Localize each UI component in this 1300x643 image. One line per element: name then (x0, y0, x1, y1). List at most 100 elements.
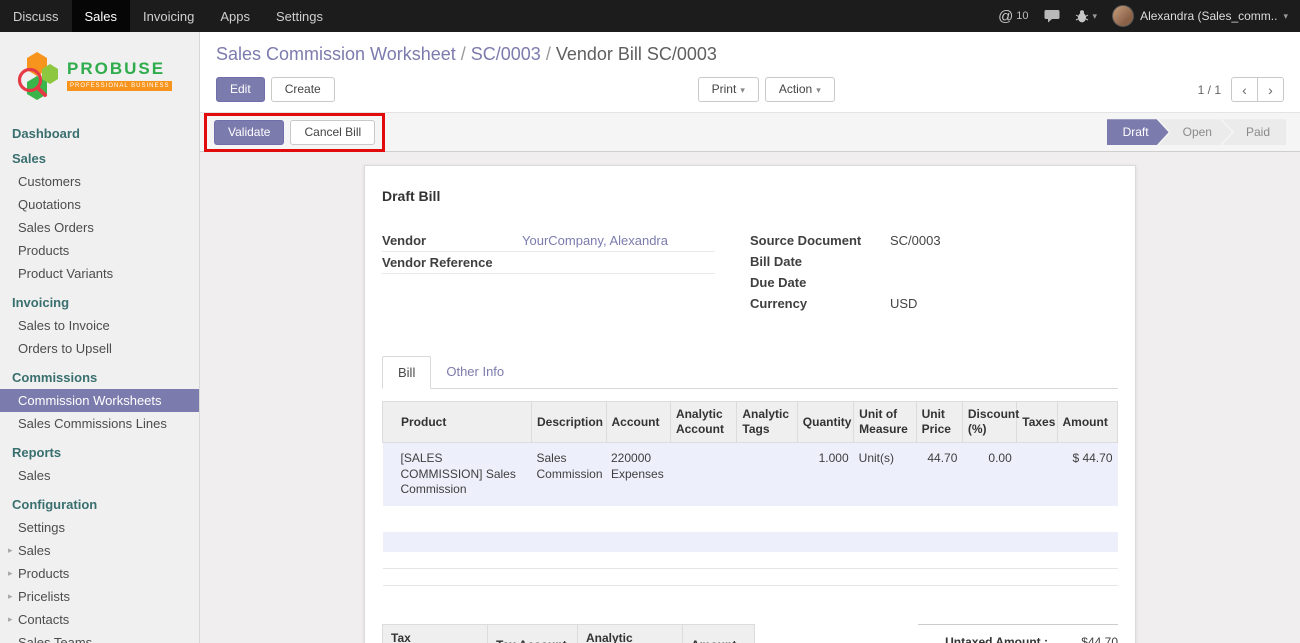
sidebar-heading-sales[interactable]: Sales (0, 147, 199, 170)
print-dropdown-button[interactable]: Print▾ (698, 77, 759, 102)
menu-apps[interactable]: Apps (207, 0, 263, 32)
edit-button[interactable]: Edit (216, 77, 265, 102)
vendor-label: Vendor (382, 233, 522, 248)
sidebar-item-customers[interactable]: Customers (0, 170, 199, 193)
sidebar-heading-reports[interactable]: Reports (0, 441, 199, 464)
col-analytic-tags[interactable]: Analytic Tags (737, 402, 797, 443)
col-quantity[interactable]: Quantity (797, 402, 853, 443)
action-dropdown-button[interactable]: Action▾ (765, 77, 835, 102)
currency-label: Currency (750, 296, 890, 311)
menu-sales[interactable]: Sales (72, 0, 131, 32)
menu-discuss[interactable]: Discuss (0, 0, 72, 32)
expand-arrow-icon: ▸ (8, 568, 13, 579)
status-pill-draft[interactable]: Draft (1107, 119, 1169, 145)
expand-arrow-icon: ▸ (8, 591, 13, 602)
sidebar-item-config-sales[interactable]: ▸ Sales (0, 539, 199, 562)
status-pill-open[interactable]: Open (1159, 119, 1232, 145)
menu-settings[interactable]: Settings (263, 0, 336, 32)
main-content: Sales Commission Worksheet/SC/0003/Vendo… (200, 32, 1300, 643)
sidebar-heading-dashboard[interactable]: Dashboard (0, 122, 199, 145)
cell-amount: $ 44.70 (1057, 443, 1117, 506)
cancel-bill-button[interactable]: Cancel Bill (290, 120, 375, 145)
debug-menu[interactable]: ▾ (1075, 9, 1098, 23)
col-tax-amount[interactable]: Amount (683, 624, 755, 643)
chevron-down-icon: ▾ (816, 85, 821, 95)
chat-bubble-icon (1044, 9, 1060, 23)
create-button[interactable]: Create (271, 77, 335, 102)
pager-next-button[interactable]: › (1257, 77, 1284, 102)
col-product[interactable]: Product (383, 402, 532, 443)
sidebar-heading-invoicing[interactable]: Invoicing (0, 291, 199, 314)
notebook-tabs: Bill Other Info (382, 356, 1118, 389)
col-unit-price[interactable]: Unit Price (916, 402, 962, 443)
field-group-right: Source Document SC/0003 Bill Date Due Da… (750, 230, 1118, 314)
col-tax-account[interactable]: Tax Account (488, 624, 578, 643)
sidebar-item-quotations[interactable]: Quotations (0, 193, 199, 216)
sidebar-item-settings[interactable]: Settings (0, 516, 199, 539)
col-taxes[interactable]: Taxes (1017, 402, 1057, 443)
col-tax-description[interactable]: Tax Description (383, 624, 488, 643)
statusbar: Validate Cancel Bill Draft Open Paid (200, 112, 1300, 152)
sidebar-item-reports-sales[interactable]: Sales (0, 464, 199, 487)
form-sheet: Draft Bill Vendor YourCompany, Alexandra… (364, 165, 1136, 643)
vendor-reference-label: Vendor Reference (382, 255, 522, 270)
col-tax-analytic-account[interactable]: Analytic account (578, 624, 683, 643)
col-unit-of-measure[interactable]: Unit of Measure (854, 402, 916, 443)
sidebar-item-products[interactable]: Products (0, 239, 199, 262)
col-amount[interactable]: Amount (1057, 402, 1117, 443)
tab-other-info[interactable]: Other Info (431, 356, 519, 388)
breadcrumb: Sales Commission Worksheet/SC/0003/Vendo… (216, 44, 1284, 65)
untaxed-amount-value: $44.70 (1048, 635, 1118, 643)
sidebar-item-orders-to-upsell[interactable]: Orders to Upsell (0, 337, 199, 360)
sidebar-item-sales-commissions-lines[interactable]: Sales Commissions Lines (0, 412, 199, 435)
sidebar-heading-commissions[interactable]: Commissions (0, 366, 199, 389)
pager-previous-button[interactable]: ‹ (1231, 77, 1258, 102)
sidebar-item-sales-teams[interactable]: Sales Teams (0, 631, 199, 643)
empty-row (383, 552, 1118, 569)
cell-analytic-tags (737, 443, 797, 506)
invoice-line-row[interactable]: [SALES COMMISSION] Sales Commission Sale… (383, 443, 1118, 506)
sidebar-item-sales-orders[interactable]: Sales Orders (0, 216, 199, 239)
chevron-down-icon: ▾ (1093, 11, 1098, 22)
control-panel: Sales Commission Worksheet/SC/0003/Vendo… (200, 32, 1300, 112)
tab-bill[interactable]: Bill (382, 356, 431, 389)
sidebar-heading-configuration[interactable]: Configuration (0, 493, 199, 516)
sidebar-item-commission-worksheets[interactable]: Commission Worksheets (0, 389, 199, 412)
sidebar-item-config-products[interactable]: ▸ Products (0, 562, 199, 585)
field-row-vendor: Vendor YourCompany, Alexandra (382, 230, 715, 252)
col-analytic-account[interactable]: Analytic Account (670, 402, 736, 443)
sidebar: PROBUSE PROFESSIONAL BUSINESS Dashboard … (0, 32, 200, 643)
untaxed-amount-row: Untaxed Amount : $44.70 (918, 632, 1118, 643)
col-account[interactable]: Account (606, 402, 670, 443)
sidebar-item-pricelists[interactable]: ▸ Pricelists (0, 585, 199, 608)
activities-menu[interactable]: @ 10 (998, 8, 1028, 25)
breadcrumb-worksheet-link[interactable]: Sales Commission Worksheet (216, 44, 456, 64)
sidebar-item-contacts[interactable]: ▸ Contacts (0, 608, 199, 631)
user-name: Alexandra (Sales_comm.. (1140, 9, 1277, 23)
col-discount[interactable]: Discount (%) (962, 402, 1016, 443)
sidebar-item-product-variants[interactable]: Product Variants (0, 262, 199, 285)
sidebar-item-label: Products (18, 566, 69, 581)
user-menu[interactable]: Alexandra (Sales_comm.. ▾ (1112, 5, 1288, 27)
validate-button[interactable]: Validate (214, 120, 284, 145)
invoice-lines-table: Product Description Account Analytic Acc… (382, 401, 1118, 586)
col-description[interactable]: Description (532, 402, 607, 443)
breadcrumb-sc0003-link[interactable]: SC/0003 (471, 44, 541, 64)
status-pills: Draft Open Paid (1107, 119, 1286, 145)
chevron-down-icon: ▾ (740, 85, 745, 95)
print-action-group: Print▾ Action▾ (698, 77, 835, 102)
messages-menu[interactable] (1044, 9, 1060, 23)
untaxed-amount-label: Untaxed Amount : (945, 635, 1048, 643)
avatar (1112, 5, 1134, 27)
cell-unit-price: 44.70 (916, 443, 962, 506)
totals-block: Untaxed Amount : $44.70 Tax : $0.00 Tota… (918, 624, 1118, 643)
breadcrumb-current: Vendor Bill SC/0003 (556, 44, 717, 64)
logo-text: PROBUSE PROFESSIONAL BUSINESS (67, 59, 172, 91)
menu-invoicing[interactable]: Invoicing (130, 0, 207, 32)
sidebar-item-sales-to-invoice[interactable]: Sales to Invoice (0, 314, 199, 337)
breadcrumb-separator: / (461, 44, 466, 64)
vendor-value-link[interactable]: YourCompany, Alexandra (522, 233, 668, 248)
probuse-logo-icon (14, 50, 60, 100)
field-row-due-date: Due Date (750, 272, 1118, 293)
company-logo[interactable]: PROBUSE PROFESSIONAL BUSINESS (0, 32, 199, 116)
